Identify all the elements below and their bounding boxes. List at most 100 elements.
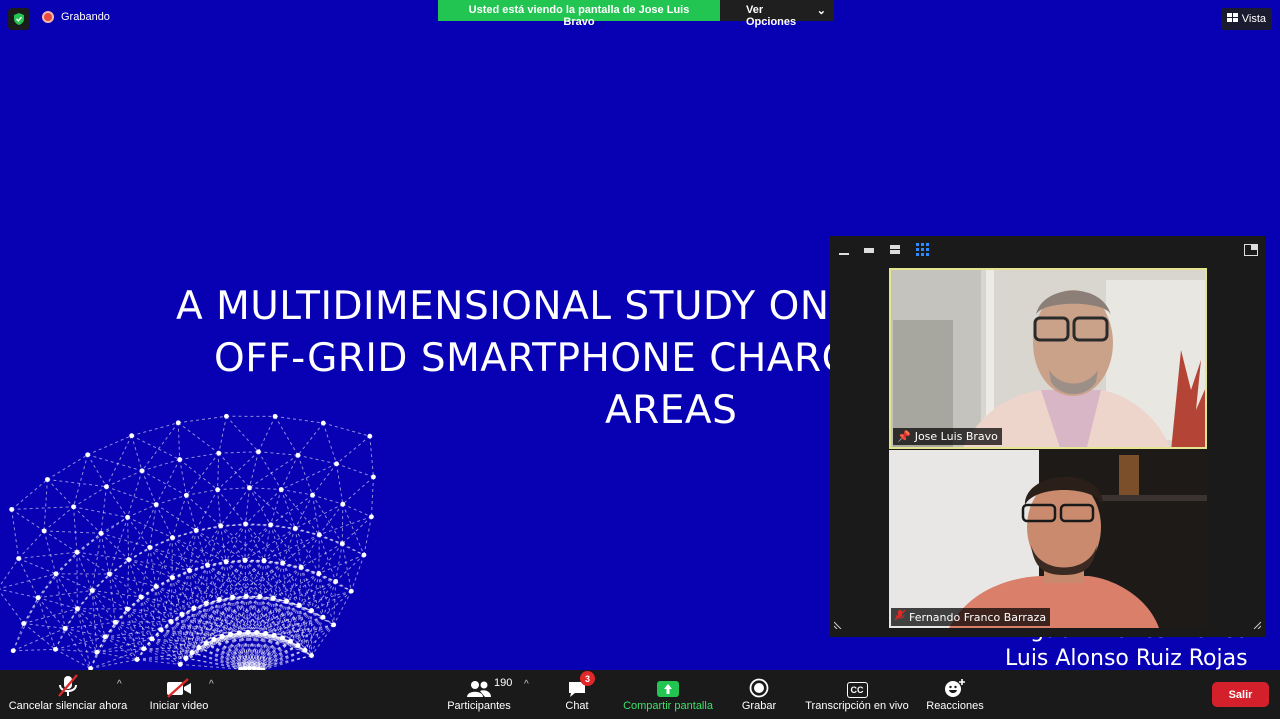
start-video-button[interactable]: Iniciar video [145, 670, 213, 719]
globe-node [169, 575, 175, 580]
globe-node [261, 558, 267, 563]
globe-link [282, 562, 336, 582]
globe-link [140, 596, 194, 609]
globe-node [298, 564, 304, 570]
globe-link [298, 567, 302, 606]
view-button[interactable]: Vista [1220, 8, 1272, 30]
globe-link [181, 613, 200, 648]
globe-node [296, 602, 302, 608]
globe-link [259, 566, 302, 597]
globe-node [147, 544, 153, 550]
globe-link [333, 590, 352, 626]
globe-link [127, 608, 161, 631]
globe-node [102, 634, 108, 640]
live-transcript-button[interactable]: CC Transcripción en vivo [802, 670, 912, 719]
globe-node [153, 584, 159, 589]
globe-link [263, 534, 320, 561]
globe-link [342, 476, 374, 505]
globe-node [16, 556, 22, 561]
globe-link [109, 559, 129, 575]
globe-link [0, 588, 39, 599]
globe-node [292, 525, 298, 531]
security-shield-icon[interactable] [8, 8, 30, 30]
globe-link [297, 422, 324, 456]
globe-link [91, 590, 128, 610]
globe-link [131, 435, 143, 471]
slide-title-line-3: AREAS [605, 388, 738, 433]
globe-link [186, 489, 218, 496]
globe-link [76, 551, 129, 561]
globe-link [43, 530, 57, 574]
hide-video-icon[interactable] [863, 243, 875, 261]
globe-link [47, 479, 107, 488]
record-label: Grabar [741, 700, 777, 712]
minimize-icon[interactable] [838, 243, 850, 261]
globe-link [258, 416, 276, 452]
globe-link [207, 559, 264, 566]
globe-link [319, 534, 343, 545]
recording-indicator[interactable]: Grabando [42, 11, 110, 23]
slide-author-2: Luis Alonso Ruiz Rojas [1005, 646, 1248, 670]
globe-link [155, 494, 187, 506]
globe-link [220, 487, 250, 527]
globe-link [43, 506, 74, 532]
video-tile-participant[interactable]: Fernando Franco Barraza [889, 450, 1207, 628]
globe-node [320, 614, 326, 620]
globe-link [108, 517, 129, 575]
globe-link [140, 547, 151, 598]
record-button[interactable]: Grabar [738, 670, 780, 719]
audio-options-chevron-icon[interactable]: ^ [117, 679, 122, 690]
leave-meeting-button[interactable]: Salir [1212, 682, 1269, 707]
closed-captions-icon: CC [802, 670, 912, 700]
dock-panel-icon[interactable] [1244, 243, 1258, 261]
participant-name: Fernando Franco Barraza [909, 610, 1047, 624]
globe-link [12, 623, 25, 651]
globe-node [284, 598, 289, 604]
globe-link [275, 415, 324, 424]
video-tile-speaker[interactable]: 📌 Jose Luis Bravo [889, 268, 1207, 449]
reactions-button[interactable]: Reacciones [924, 670, 986, 719]
video-options-chevron-icon[interactable]: ^ [209, 679, 214, 690]
globe-link [336, 435, 371, 465]
globe-link [318, 503, 344, 535]
muted-microphone-icon [894, 609, 906, 624]
globe-link [143, 648, 186, 659]
unmute-button[interactable]: Cancelar silenciar ahora [4, 670, 132, 719]
globe-node [309, 653, 314, 658]
resize-handle-icon[interactable] [833, 616, 844, 634]
globe-link [127, 516, 173, 539]
live-transcript-label: Transcripción en vivo [805, 700, 909, 712]
participants-options-chevron-icon[interactable]: ^ [524, 679, 529, 690]
globe-node [85, 452, 91, 458]
view-options-button[interactable]: Ver Opciones ⌄ [720, 0, 834, 28]
globe-link [115, 620, 171, 623]
camera-off-icon [145, 670, 213, 700]
globe-link [105, 435, 133, 487]
speaker-view-icon[interactable] [889, 243, 901, 261]
participants-label: Participantes [447, 700, 511, 712]
gallery-view-icon[interactable] [916, 243, 929, 261]
globe-link [55, 648, 97, 653]
globe-link [179, 452, 219, 461]
resize-handle-icon[interactable] [1251, 616, 1262, 634]
globe-link [23, 623, 56, 650]
globe-link [76, 590, 93, 610]
globe-link [244, 523, 247, 560]
globe-node [9, 507, 15, 512]
globe-node [247, 485, 252, 491]
globe-link [370, 476, 374, 517]
globe-node [189, 650, 195, 655]
pin-icon: 📌 [897, 430, 911, 443]
globe-node [35, 595, 41, 601]
globe-link [55, 551, 78, 575]
globe-link [300, 566, 352, 592]
share-screen-button[interactable]: Compartir pantalla [618, 670, 718, 719]
globe-link [73, 506, 128, 518]
globe-link [217, 487, 250, 491]
globe-link [37, 589, 93, 599]
globe-link [155, 564, 208, 587]
globe-link [178, 415, 227, 424]
recording-label: Grabando [61, 11, 110, 23]
globe-link [37, 597, 56, 650]
globe-link [141, 459, 180, 472]
